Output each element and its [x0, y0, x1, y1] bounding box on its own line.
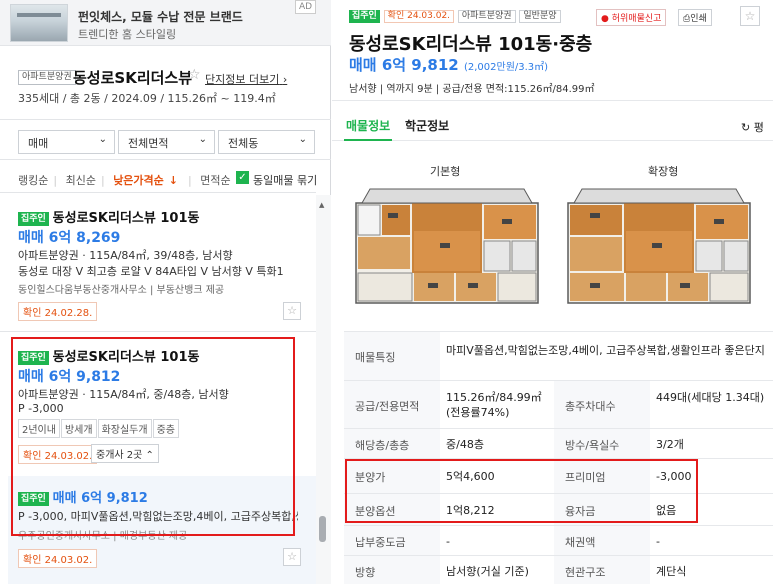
listing-title[interactable]: 동성로SK리더스뷰 101동: [53, 211, 200, 226]
detail-price: 매매 6억 9,812 (2,002만원/3.3㎡): [349, 56, 549, 74]
chevron-right-icon: ›: [282, 73, 288, 86]
active-tab-indicator: [344, 139, 392, 141]
spec-value: 중/48층: [446, 438, 484, 451]
spec-value: 115.26㎡/84.99㎡(전용률74%): [446, 391, 542, 419]
list-divider: [0, 331, 316, 332]
spec-value: 449대(세대당 1.34대): [656, 391, 765, 404]
confirm-date-badge: 확인 24.03.02.: [18, 549, 98, 568]
owner-badge: 집주인: [18, 211, 49, 226]
trade-type-select[interactable]: 매매 ⌄: [18, 130, 115, 154]
dong-select[interactable]: 전체동 ⌄: [218, 130, 315, 154]
confirm-date-badge: 확인 24.03.02.: [383, 10, 455, 23]
area-select[interactable]: 전체면적 ⌄: [118, 130, 215, 154]
complex-name: 동성로SK리더스뷰: [73, 69, 193, 87]
spec-value: -: [446, 535, 450, 548]
list-divider: [0, 192, 316, 193]
scroll-up-icon[interactable]: ▲: [319, 201, 324, 209]
scrollbar-thumb[interactable]: [319, 516, 326, 542]
print-button[interactable]: ⎙인쇄: [678, 9, 712, 26]
report-button[interactable]: ● 허위매물신고: [596, 9, 667, 26]
floorplan-basic-image[interactable]: [352, 183, 542, 308]
spec-label: 매물특징: [344, 332, 440, 380]
spec-label: 방수/욕실수: [554, 429, 650, 458]
highlight-box: [11, 337, 295, 536]
detail-tags: 집주인 확인 24.03.02. 아파트분양권 일반분양: [349, 7, 561, 23]
listing-spec: 아파트분양권 · 115A/84㎡, 39/48층, 남서향: [18, 249, 233, 262]
listing-agents[interactable]: 동인힐스다움부동산중개사무소 | 부동산뱅크 제공: [18, 281, 224, 296]
sort-ranking[interactable]: 랭킹순: [18, 174, 48, 187]
sort-latest[interactable]: 최신순: [66, 174, 96, 187]
detail-summary: 남서향 | 역까지 9분 | 공급/전용 면적:115.26㎡/84.99㎡: [349, 84, 595, 95]
spec-label: 납부중도금: [344, 526, 440, 555]
spec-row: 방향 남서향(거실 기준) 현관구조 계단식: [344, 555, 773, 584]
favorite-star-icon[interactable]: ☆: [283, 548, 301, 566]
tab-listing-info[interactable]: 매물정보: [346, 117, 390, 134]
same-listing-checkbox[interactable]: ✓: [236, 171, 249, 184]
spec-value: 3/2개: [656, 438, 684, 451]
spec-value: 마피V풀옵션,막힘없는조망,4베이, 고급주상복합,생활인프라 좋은단지: [446, 344, 765, 357]
floorplan-extended-image[interactable]: [564, 183, 754, 308]
complex-type-tag: 아파트분양권: [18, 70, 76, 85]
complex-info-more-link[interactable]: 단지정보 더보기 ›: [205, 71, 287, 87]
spec-label: 총주차대수: [554, 381, 650, 428]
chevron-down-icon: ⌄: [298, 134, 307, 145]
sort-area[interactable]: 면적순: [200, 174, 230, 187]
sale-type-tag: 일반분양: [519, 10, 561, 23]
ad-banner[interactable]: 펀잇체스, 모듈 수납 전문 브랜드 트렌디한 홈 스타일링 AD: [0, 0, 331, 46]
owner-badge: 집주인: [349, 10, 380, 23]
favorite-star-icon[interactable]: ☆: [283, 302, 301, 320]
area-unit-toggle[interactable]: ↻ 평: [741, 119, 764, 135]
floorplan-label: 확장형: [648, 165, 679, 178]
spec-value: 남서향(거실 기준): [446, 565, 529, 578]
spec-row: 납부중도금 - 채권액 -: [344, 525, 773, 555]
spec-label: 현관구조: [554, 556, 650, 584]
highlight-box: [345, 459, 698, 523]
complex-summary: 335세대 / 총 2동 / 2024.09 / 115.26㎡ ~ 119.4…: [18, 92, 276, 105]
ad-title[interactable]: 펀잇체스, 모듈 수납 전문 브랜드: [78, 8, 243, 25]
floorplan-label: 기본형: [430, 165, 461, 178]
divider: [332, 100, 773, 101]
spec-row: 공급/전용면적 115.26㎡/84.99㎡(전용률74%) 총주차대수 449…: [344, 380, 773, 428]
sort-low-price[interactable]: 낮은가격순 ↓: [113, 174, 183, 187]
chevron-down-icon: ⌄: [198, 134, 207, 145]
same-listing-label[interactable]: 동일매물 묶기: [253, 172, 317, 188]
refresh-icon: ↻: [741, 121, 751, 134]
spec-row: 해당층/총층 중/48층 방수/욕실수 3/2개: [344, 428, 773, 458]
spec-label: 방향: [344, 556, 440, 584]
spec-value: 계단식: [656, 565, 687, 578]
ad-badge[interactable]: AD: [295, 0, 317, 14]
ad-subtitle: 트렌디한 홈 스타일링: [78, 28, 177, 41]
spec-value: -: [656, 535, 660, 548]
spec-label: 해당층/총층: [344, 429, 440, 458]
listing-price[interactable]: 매매 6억 8,269: [18, 227, 120, 247]
ad-thumbnail[interactable]: [10, 4, 68, 42]
listing-desc: 동성로 대장 V 최고층 로얄 V 84A타입 V 남서향 V 특화1: [18, 265, 284, 278]
chevron-down-icon: ⌄: [98, 134, 107, 145]
sort-options: 랭킹순 | 최신순 | 낮은가격순 ↓ | 면적순: [18, 174, 231, 187]
confirm-date-badge: 확인 24.02.28.: [18, 302, 98, 321]
siren-icon: ●: [601, 14, 609, 24]
spec-label: 공급/전용면적: [344, 381, 440, 428]
spec-label: 채권액: [554, 526, 650, 555]
tab-divider: [332, 140, 773, 141]
list-item[interactable]: 집주인 동성로SK리더스뷰 101동: [18, 207, 199, 226]
detail-title: 동성로SK리더스뷰 101동·중층: [349, 34, 593, 55]
tab-school-info[interactable]: 학군정보: [405, 117, 449, 134]
spec-row: 매물특징 마피V풀옵션,막힘없는조망,4베이, 고급주상복합,생활인프라 좋은단…: [344, 331, 773, 380]
type-tag: 아파트분양권: [457, 10, 516, 23]
favorite-star-icon[interactable]: ☆: [188, 67, 201, 83]
favorite-star-icon[interactable]: ☆: [740, 6, 760, 26]
